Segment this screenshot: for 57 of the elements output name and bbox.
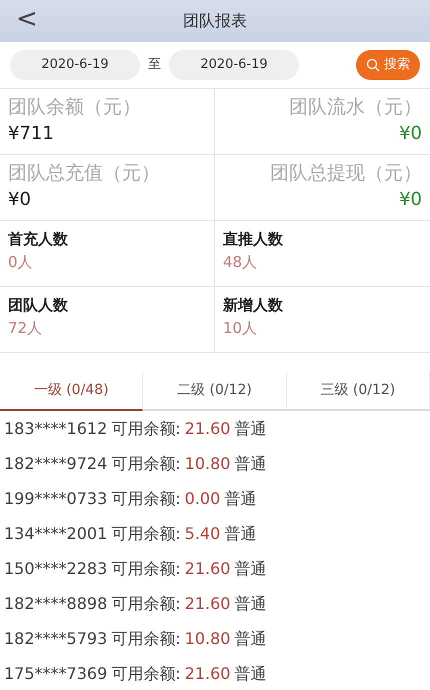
balance-amount: 5.40: [184, 522, 220, 544]
balance-amount: 10.80: [184, 628, 230, 650]
stat-value: 48人: [223, 252, 258, 273]
stat-value: 72人: [8, 318, 44, 339]
stat-label: 直推人数: [223, 229, 284, 250]
balance-label: 可用余额:: [111, 418, 181, 440]
stat-label: 新增人数: [223, 295, 284, 316]
end-date-field[interactable]: 2020-6-19: [169, 50, 299, 80]
member-level: 普通: [234, 418, 266, 440]
balance-label: 可用余额:: [111, 628, 181, 650]
member-level: 普通: [234, 628, 266, 650]
stat-value: ¥0: [398, 122, 422, 146]
stat-label: 首充人数: [8, 229, 69, 250]
member-phone: 183****1612: [4, 418, 108, 440]
stat-value: ¥0: [8, 188, 32, 212]
member-level: 普通: [234, 452, 266, 474]
member-phone: 175****7369: [4, 662, 108, 684]
level-tab[interactable]: 二级 (0/12): [143, 371, 287, 409]
balance-label: 可用余额:: [111, 558, 181, 580]
date-separator: 至: [148, 56, 161, 74]
member-phone: 182****9724: [4, 452, 108, 474]
member-phone: 150****2283: [4, 558, 108, 580]
stat-label: 团队总充值（元）: [8, 161, 161, 186]
stat-label: 团队流水（元）: [288, 95, 422, 120]
level-tab[interactable]: 一级 (0/48): [0, 371, 144, 411]
balance-label: 可用余额:: [111, 662, 181, 684]
member-level: 普通: [224, 488, 256, 510]
balance-label: 可用余额:: [111, 488, 181, 510]
member-phone: 199****0733: [4, 488, 108, 510]
balance-amount: 21.60: [184, 592, 230, 614]
member-level: 普通: [234, 592, 266, 614]
balance-amount: 10.80: [184, 452, 230, 474]
stat-value: ¥0: [398, 188, 422, 212]
level-tab[interactable]: 三级 (0/12): [286, 371, 430, 409]
member-level: 普通: [224, 522, 256, 544]
page-title: 团队报表: [183, 11, 247, 30]
balance-amount: 21.60: [184, 558, 230, 580]
member-phone: 134****2001: [4, 522, 108, 544]
balance-amount: 21.60: [184, 662, 230, 684]
search-icon: [366, 58, 380, 72]
back-button[interactable]: <: [12, 2, 42, 36]
balance-amount: 0.00: [184, 488, 220, 510]
balance-label: 可用余额:: [111, 452, 181, 474]
stat-value: ¥711: [8, 122, 55, 146]
balance-label: 可用余额:: [111, 522, 181, 544]
stat-value: 10人: [223, 318, 258, 339]
member-phone: 182****5793: [4, 628, 108, 650]
balance-label: 可用余额:: [111, 592, 181, 614]
member-level: 普通: [234, 662, 266, 684]
member-phone: 182****8898: [4, 592, 108, 614]
stat-label: 团队总提现（元）: [269, 161, 422, 186]
stat-value: 0人: [8, 252, 34, 273]
start-date-field[interactable]: 2020-6-19: [10, 50, 140, 80]
stat-label: 团队余额（元）: [8, 95, 142, 120]
balance-amount: 21.60: [184, 418, 230, 440]
stat-label: 团队人数: [8, 295, 69, 316]
member-level: 普通: [234, 558, 266, 580]
